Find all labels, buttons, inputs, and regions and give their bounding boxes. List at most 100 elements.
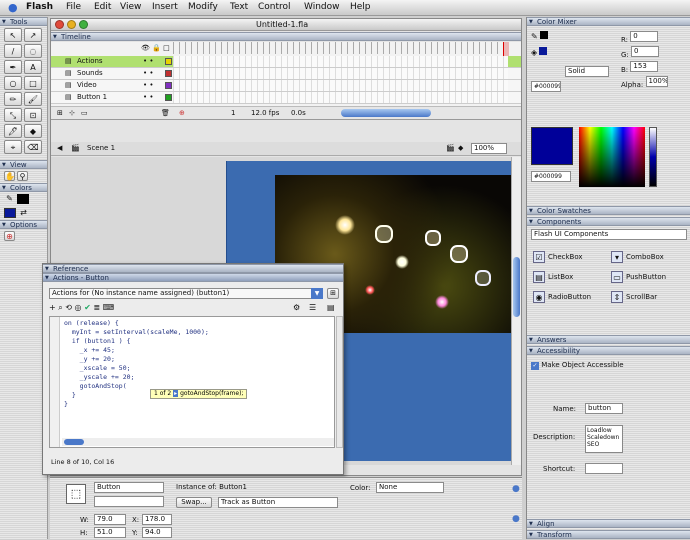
g-field[interactable]: 0 [631,46,660,57]
hint-icon[interactable]: ⌨ [103,303,115,312]
check-syntax-icon[interactable]: ✔ [84,303,91,312]
layer-frames[interactable] [173,80,508,91]
code-line[interactable]: _xscale = 50; [64,364,209,373]
component-item[interactable]: ▾ ComboBox [611,251,689,263]
script-hscroll[interactable] [62,438,334,446]
stage-vscroll[interactable] [511,157,521,465]
w-field[interactable]: 79.0 [94,514,126,525]
timeline-hscroll[interactable] [341,109,431,117]
color-swatches-title[interactable]: Color Swatches [527,206,690,216]
stroke-swatch[interactable] [17,194,29,204]
snap-icon[interactable]: ⊕ [4,231,15,241]
paint-bucket-icon[interactable]: ◆ [24,124,42,138]
eye-icon[interactable]: 👁 [141,44,150,52]
acc-shortcut-field[interactable] [585,463,623,474]
layer-color-box[interactable] [165,82,172,89]
code-line[interactable]: _x += 45; [64,346,209,355]
layer-name[interactable]: Sounds [77,69,103,77]
layer-visibility-dot[interactable]: • • [143,81,153,89]
find-icon[interactable]: ⌕ [58,303,62,312]
actions-vscroll[interactable] [336,316,343,448]
apple-menu-icon[interactable]: ● [8,0,18,15]
oval-icon[interactable]: ○ [4,76,22,90]
layer-visibility-dot[interactable]: • • [143,93,153,101]
script-editor[interactable]: on (release) { myInt = setInterval(scale… [49,316,335,448]
ink-bottle-icon[interactable]: 🖊 [4,124,22,138]
line-icon[interactable]: / [4,44,22,58]
fill-swatch[interactable] [4,208,16,218]
component-item[interactable]: ◉ RadioButton [533,291,611,303]
back-arrow-icon[interactable]: ◀ [57,142,62,155]
actions-title[interactable]: Actions - Button [43,273,343,283]
code-line[interactable]: _yscale += 20; [64,373,209,382]
scene-label[interactable]: Scene 1 [87,142,115,155]
make-accessible-checkbox[interactable]: ✓ [531,362,539,370]
code-line[interactable]: on (release) { [64,319,209,328]
alpha-field[interactable]: 100% [645,76,668,87]
brush-icon[interactable]: 🖌 [24,92,42,106]
format-icon[interactable]: ≣ [93,303,100,312]
add-statement-icon[interactable]: + [49,303,56,312]
replace-icon[interactable]: ⟲ [65,303,72,312]
component-item[interactable]: ▭ PushButton [611,271,689,283]
menu-control[interactable]: Control [258,0,291,15]
layer-name[interactable]: Actions [77,57,103,65]
close-button[interactable] [55,20,64,29]
swap-colors-icon[interactable]: ⇄ [18,208,29,218]
timeline-layer-row[interactable]: ▤ Sounds • • [51,68,521,80]
code-line[interactable]: _y += 20; [64,355,209,364]
hand-icon[interactable]: ✋ [4,171,15,181]
add-layer-icon[interactable]: ⊞ [57,107,63,119]
layer-name[interactable]: Button 1 [77,93,107,101]
timeline-title[interactable]: Timeline [51,32,521,42]
frame-ruler[interactable] [173,42,508,54]
menu-text[interactable]: Text [230,0,248,15]
brightness-slider[interactable] [649,127,657,187]
layer-name[interactable]: Video [77,81,97,89]
components-select[interactable]: Flash UI Components [531,229,687,240]
eyedropper-icon[interactable]: ⌖ [4,140,22,154]
reference-title[interactable]: Reference [43,264,343,274]
acc-desc-field[interactable]: Loadlow Scaledown SEO [585,425,623,453]
menu-insert[interactable]: Insert [152,0,178,15]
align-title[interactable]: Align [527,519,690,529]
view-options-icon[interactable]: ▤ [327,302,335,314]
minimize-button[interactable] [67,20,76,29]
answers-title[interactable]: Answers [527,335,690,345]
subselect-icon[interactable]: ↗ [24,28,42,42]
color-effect-select[interactable]: None [376,482,444,493]
components-title[interactable]: Components [527,217,690,227]
add-folder-icon[interactable]: ▭ [81,107,88,119]
zoom-select[interactable]: 100% [471,143,507,154]
component-item[interactable]: ☑ CheckBox [533,251,611,263]
add-guide-icon[interactable]: ⊹ [69,107,75,119]
x-field[interactable]: 178.0 [142,514,172,525]
r-field[interactable]: 0 [630,31,659,42]
zoom-icon[interactable]: ⚲ [17,171,28,181]
hex-field[interactable]: #000099 [531,81,561,92]
component-item[interactable]: ▤ ListBox [533,271,611,283]
layer-color-box[interactable] [165,94,172,101]
menu-modify[interactable]: Modify [188,0,218,15]
instance-name-field[interactable] [94,496,164,507]
lasso-icon[interactable]: ◌ [24,44,42,58]
color-spectrum[interactable] [579,127,645,187]
swap-button[interactable]: Swap... [176,497,212,508]
y-field[interactable]: 94.0 [142,527,172,538]
code-line[interactable]: } [64,400,209,409]
edit-symbol-icon[interactable]: ◆ [458,142,463,155]
lock-icon[interactable]: 🔒 [152,44,161,52]
hint-arrow-icon[interactable]: ▸ [173,390,179,397]
options-menu-icon[interactable]: ☰ [309,302,316,314]
symbol-type-select[interactable]: Button [94,482,164,493]
stroke-color-icon[interactable]: ✎ [4,194,15,204]
pencil-icon[interactable]: ✏ [4,92,22,106]
menu-file[interactable]: File [66,0,81,15]
text-icon[interactable]: A [24,60,42,74]
component-item[interactable]: ⇕ ScrollBar [611,291,689,303]
pen-icon[interactable]: ✒ [4,60,22,74]
menu-help[interactable]: Help [350,0,371,15]
accessibility-title[interactable]: Accessibility [527,346,690,356]
layer-visibility-dot[interactable]: • • [143,69,153,77]
code-line[interactable]: myInt = setInterval(scaleMe, 1000); [64,328,209,337]
